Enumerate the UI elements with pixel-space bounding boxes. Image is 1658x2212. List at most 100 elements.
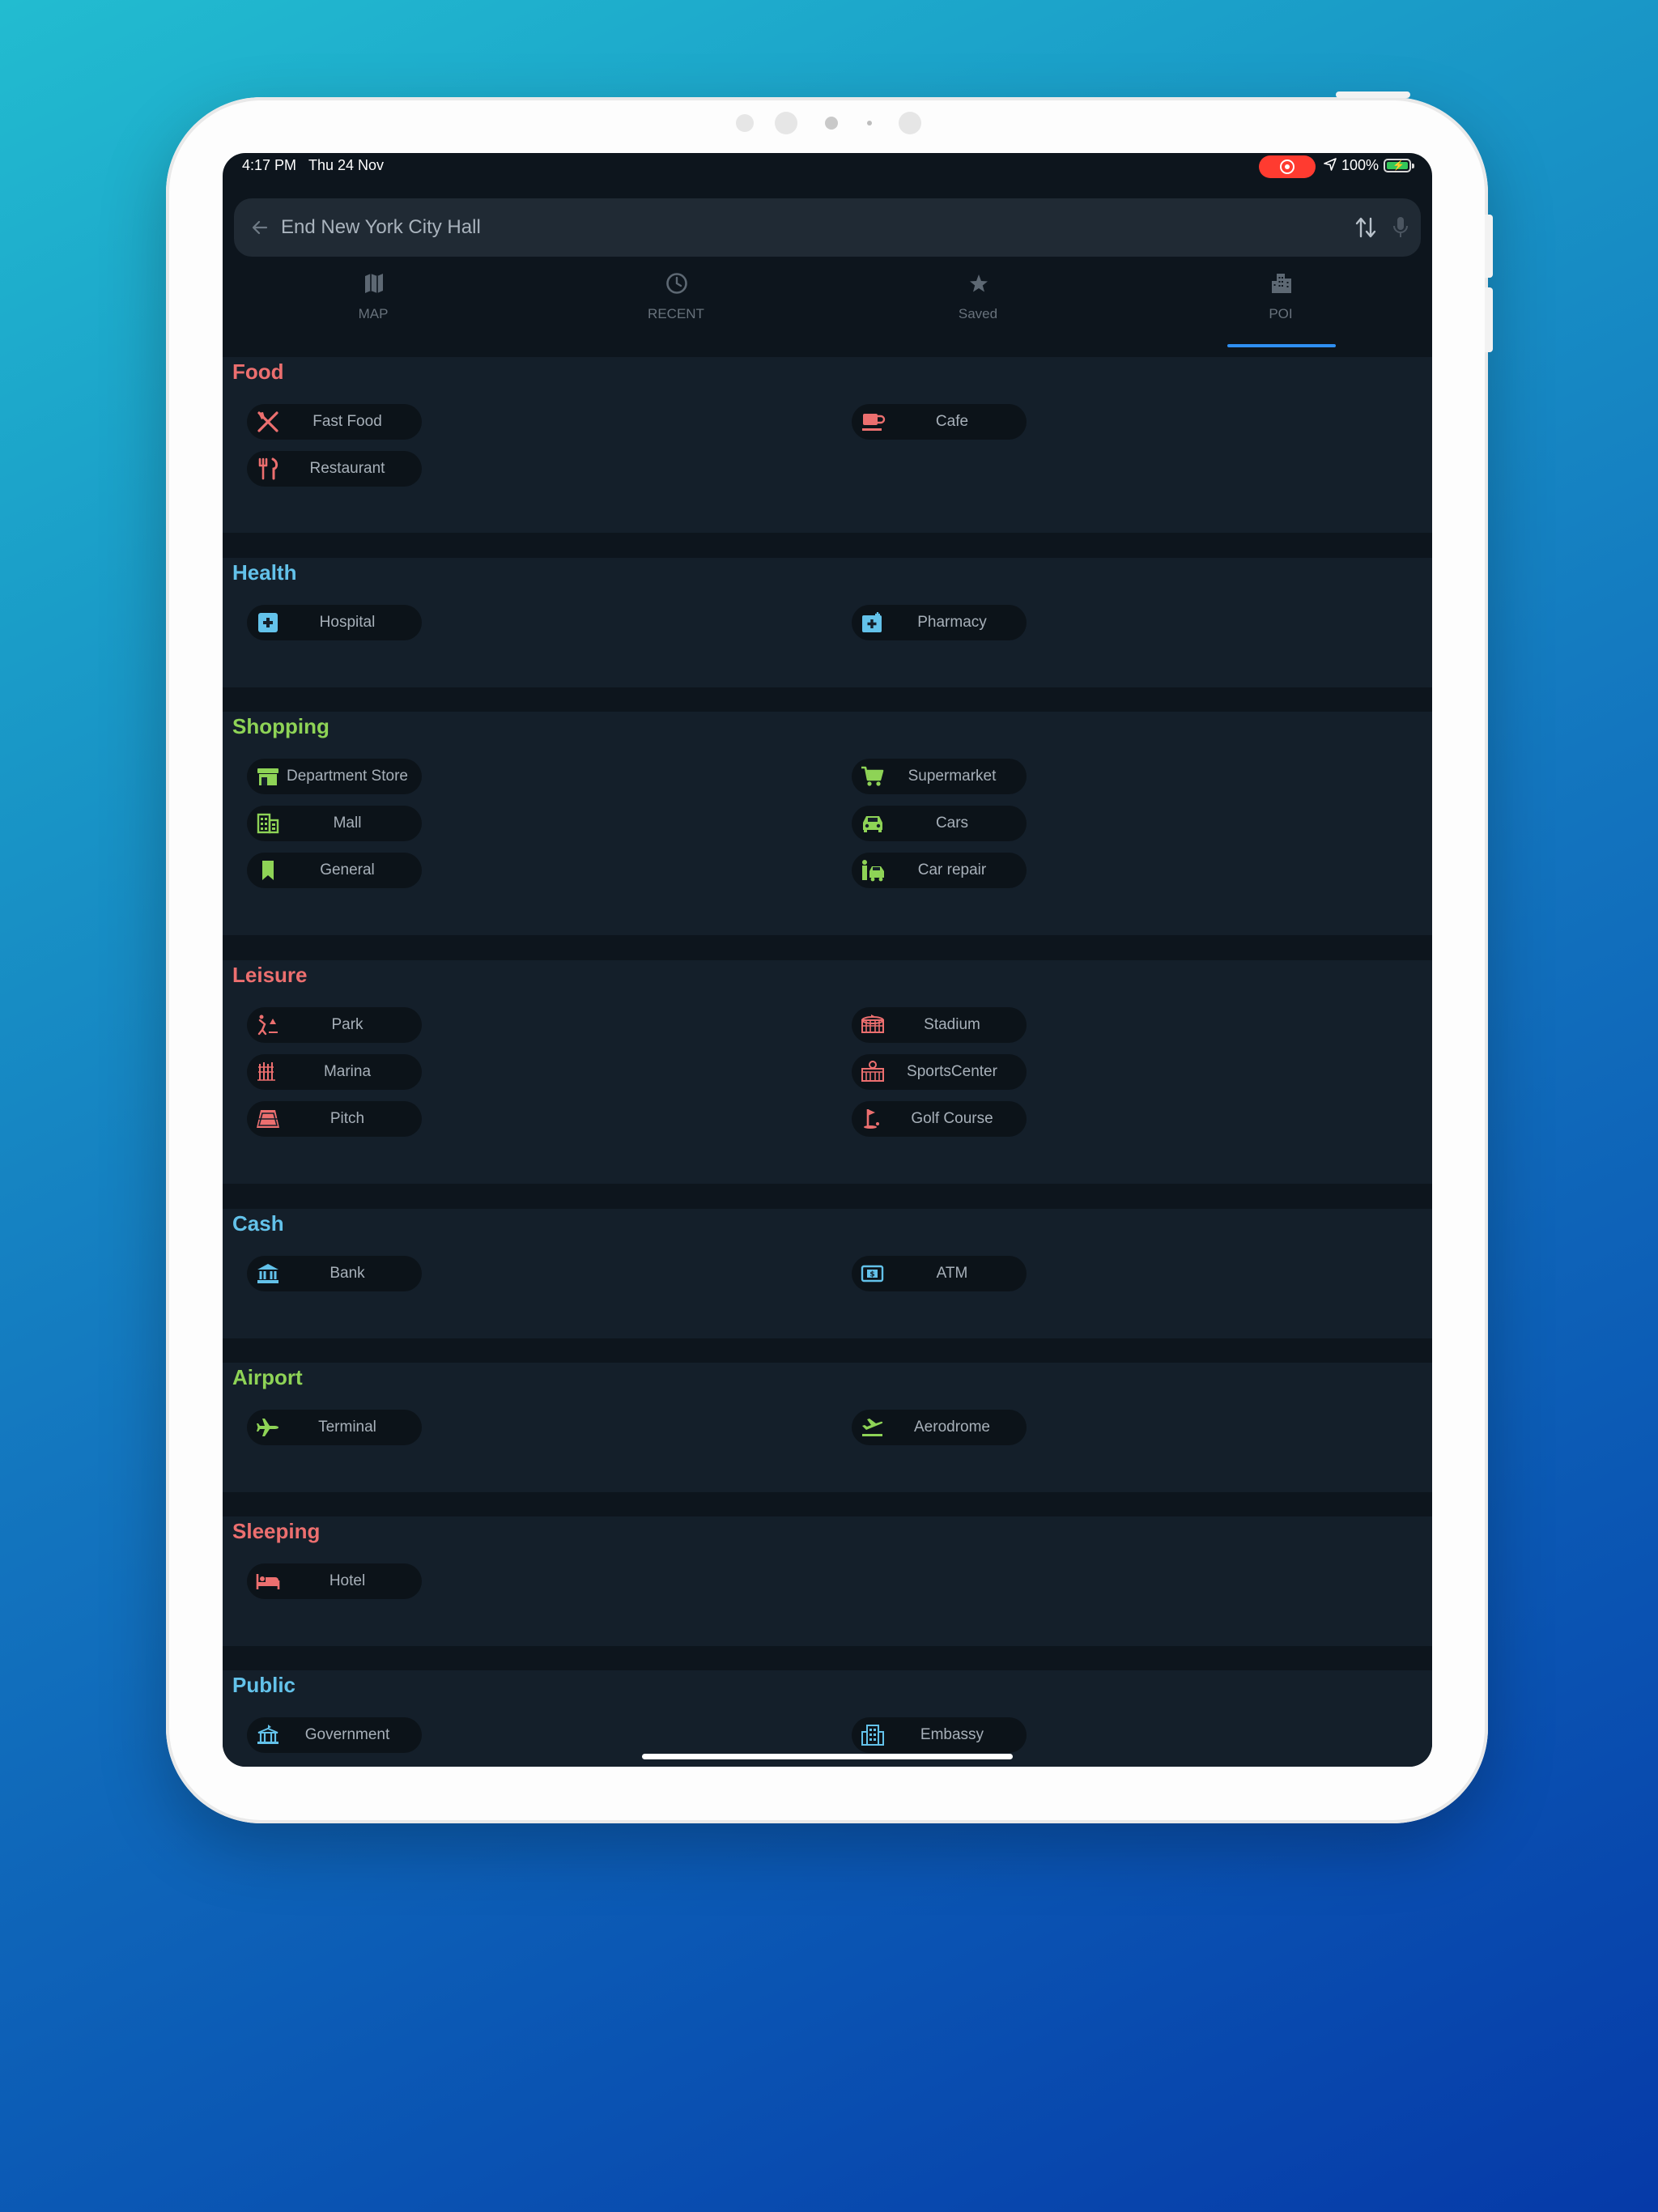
poi-supermarket[interactable]: Supermarket xyxy=(852,759,1027,794)
poi-hospital[interactable]: Hospital xyxy=(247,605,422,640)
poi-label: ATM xyxy=(936,1265,968,1282)
destination-search-input[interactable] xyxy=(281,213,1252,242)
home-indicator[interactable] xyxy=(642,1754,1013,1759)
screen: 4:17 PM Thu 24 Nov 100% ⚡ MAP RECENT Sav… xyxy=(223,153,1432,1767)
poi-label: Mall xyxy=(333,815,362,832)
camera-dot xyxy=(899,112,921,134)
poi-bank[interactable]: Bank xyxy=(247,1256,422,1291)
section-title: Food xyxy=(232,359,284,384)
location-arrow-icon xyxy=(1324,158,1337,171)
poi-pitch[interactable]: Pitch xyxy=(247,1101,422,1137)
tab-label: RECENT xyxy=(648,306,704,321)
battery-percentage: 100% xyxy=(1341,157,1380,173)
record-icon xyxy=(1280,160,1295,174)
poi-label: Government xyxy=(304,1726,390,1743)
volume-down-button xyxy=(1485,287,1493,352)
poi-stadium[interactable]: Stadium xyxy=(852,1007,1027,1043)
clock-icon xyxy=(666,273,687,294)
section-title: Cash xyxy=(232,1211,284,1236)
camera-dot xyxy=(867,121,872,125)
tab-map[interactable]: MAP xyxy=(284,266,462,351)
tab-poi[interactable]: POI xyxy=(1192,266,1370,351)
microphone-icon[interactable] xyxy=(1392,215,1409,240)
poi-label: Hotel xyxy=(329,1572,366,1589)
tab-bar: MAP RECENT Saved POI xyxy=(223,266,1432,351)
poi-label: Hospital xyxy=(319,614,376,631)
star-icon xyxy=(970,274,988,292)
poi-mall[interactable]: Mall xyxy=(247,806,422,841)
section-title: Shopping xyxy=(232,714,329,738)
poi-restaurant[interactable]: Restaurant xyxy=(247,451,422,487)
poi-label: Aerodrome xyxy=(914,1419,990,1436)
volume-up-button xyxy=(1485,215,1493,278)
poi-label: Car repair xyxy=(917,861,987,878)
poi-label: Pitch xyxy=(329,1110,365,1127)
poi-label: Pharmacy xyxy=(917,614,987,631)
poi-department-store[interactable]: Department Store xyxy=(247,759,422,794)
poi-label: General xyxy=(320,861,375,878)
poi-label: Cars xyxy=(935,815,969,832)
tab-label: Saved xyxy=(958,306,998,321)
poi-pharmacy[interactable]: Pharmacy xyxy=(852,605,1027,640)
poi-label: Marina xyxy=(323,1063,372,1080)
buildings-icon xyxy=(1272,274,1291,293)
poi-atm[interactable]: $ ATM xyxy=(852,1256,1027,1291)
section-public: Public Government Embassy xyxy=(223,1670,1432,1767)
section-title: Airport xyxy=(232,1365,303,1389)
poi-golf-course[interactable]: Golf Course xyxy=(852,1101,1027,1137)
poi-fast-food[interactable]: Fast Food xyxy=(247,404,422,440)
status-date: Thu 24 Nov xyxy=(308,157,385,173)
top-button xyxy=(1336,91,1410,98)
back-arrow-icon[interactable] xyxy=(250,218,270,237)
section-leisure: Leisure Park Stadium Marina SportsCenter… xyxy=(223,960,1432,1184)
poi-label: Stadium xyxy=(924,1016,980,1033)
poi-cafe[interactable]: Cafe xyxy=(852,404,1027,440)
tab-saved[interactable]: Saved xyxy=(889,266,1067,351)
section-cash: Cash Bank $ ATM xyxy=(223,1209,1432,1338)
poi-embassy[interactable]: Embassy xyxy=(852,1717,1027,1753)
poi-label: Golf Course xyxy=(911,1110,993,1127)
poi-label: Terminal xyxy=(318,1419,376,1436)
poi-general[interactable]: General xyxy=(247,853,422,888)
poi-label: Supermarket xyxy=(908,768,997,785)
section-title: Leisure xyxy=(232,963,308,987)
poi-label: Embassy xyxy=(920,1726,984,1743)
poi-label: Department Store xyxy=(287,768,408,785)
poi-label: Restaurant xyxy=(309,460,385,477)
poi-park[interactable]: Park xyxy=(247,1007,422,1043)
poi-marina[interactable]: Marina xyxy=(247,1054,422,1090)
screen-recording-indicator[interactable] xyxy=(1259,155,1316,178)
poi-cars[interactable]: Cars xyxy=(852,806,1027,841)
poi-label: Park xyxy=(331,1016,363,1033)
active-tab-indicator xyxy=(1227,344,1336,347)
poi-terminal[interactable]: Terminal xyxy=(247,1410,422,1445)
poi-label: Cafe xyxy=(935,413,969,430)
camera-dot xyxy=(736,114,754,132)
camera-dot xyxy=(775,112,797,134)
section-title: Public xyxy=(232,1673,296,1697)
section-sleeping: Sleeping Hotel xyxy=(223,1516,1432,1646)
tab-label: POI xyxy=(1269,306,1293,321)
section-shopping: Shopping Department Store Supermarket Ma… xyxy=(223,712,1432,935)
poi-car-repair[interactable]: Car repair xyxy=(852,853,1027,888)
tab-recent[interactable]: RECENT xyxy=(587,266,765,351)
section-airport: Airport Terminal Aerodrome xyxy=(223,1363,1432,1492)
poi-aerodrome[interactable]: Aerodrome xyxy=(852,1410,1027,1445)
section-title: Health xyxy=(232,560,297,585)
section-health: Health Hospital Pharmacy xyxy=(223,558,1432,687)
poi-government[interactable]: Government xyxy=(247,1717,422,1753)
poi-hotel[interactable]: Hotel xyxy=(247,1563,422,1599)
tab-label: MAP xyxy=(358,306,389,321)
status-bar: 4:17 PM Thu 24 Nov 100% ⚡ xyxy=(223,153,1432,185)
swap-direction-icon[interactable] xyxy=(1354,215,1377,240)
poi-sportscenter[interactable]: SportsCenter xyxy=(852,1054,1027,1090)
map-icon xyxy=(365,274,383,293)
poi-label: SportsCenter xyxy=(907,1063,997,1080)
poi-label: Bank xyxy=(329,1265,365,1282)
section-title: Sleeping xyxy=(232,1519,321,1543)
svg-text:$: $ xyxy=(869,1271,874,1279)
poi-label: Fast Food xyxy=(312,413,382,430)
status-time: 4:17 PM xyxy=(242,157,297,173)
search-bar xyxy=(234,198,1421,257)
battery-icon: ⚡ xyxy=(1384,159,1414,172)
